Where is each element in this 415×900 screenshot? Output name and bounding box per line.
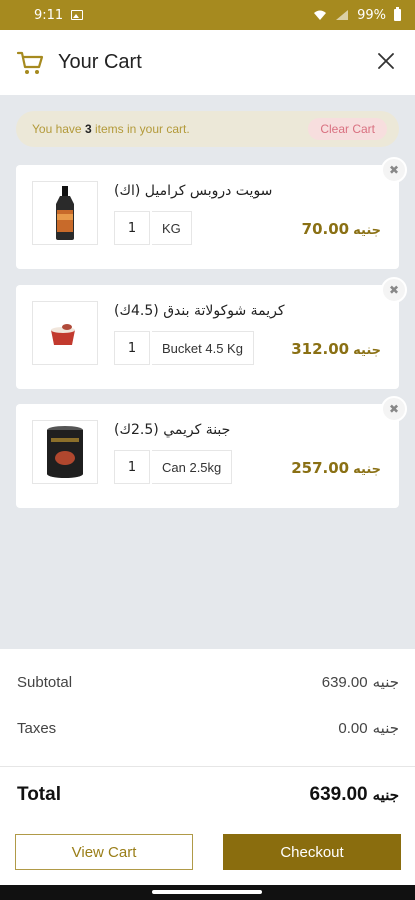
quantity-field[interactable]: 1	[114, 211, 150, 245]
clear-cart-button[interactable]: Clear Cart	[308, 118, 387, 140]
remove-item-button[interactable]: ✖	[381, 396, 407, 422]
cart-info-bar: You have 3 items in your cart. Clear Car…	[16, 111, 399, 147]
unit-label: KG	[152, 211, 192, 245]
cart-count: 3	[84, 122, 92, 136]
product-price: 70.00 جنيه	[301, 220, 381, 238]
battery-icon	[394, 7, 401, 21]
product-price: 312.00 جنيه	[291, 340, 381, 358]
remove-item-button[interactable]: ✖	[381, 157, 407, 183]
subtotal-value: 639.00 جنيه	[321, 674, 399, 691]
status-bar: 9:11 99%	[0, 0, 415, 30]
quantity-field[interactable]: 1	[114, 450, 150, 484]
close-icon[interactable]	[373, 48, 399, 74]
checkout-button[interactable]: Checkout	[223, 834, 401, 870]
close-icon: ✖	[388, 163, 400, 177]
total-value: 639.00 جنيه	[309, 784, 400, 805]
quantity-field[interactable]: 1	[114, 331, 150, 365]
wifi-icon	[314, 10, 327, 20]
unit-label: Can 2.5kg	[152, 450, 233, 484]
system-nav-bar	[0, 885, 415, 900]
home-gesture-handle[interactable]	[152, 890, 262, 894]
total-label: Total	[17, 784, 61, 805]
taxes-label: Taxes	[17, 719, 57, 737]
cart-summary: Subtotal 639.00 جنيه Taxes 0.00 جنيه Total…	[0, 649, 415, 885]
status-time: 9:11	[34, 7, 64, 23]
cart-item: جبنة كريمي (2.5ك) 1 Can 2.5kg 257.00 جنيه…	[16, 396, 407, 508]
product-image	[32, 420, 98, 484]
image-icon	[71, 10, 84, 20]
cart-count-text: You have 3 items in your cart.	[32, 122, 190, 136]
taxes-value: 0.00 جنيه	[338, 720, 399, 737]
product-name: كريمة شوكولاتة بندق (4.5ك)	[114, 303, 285, 319]
cart-item: كريمة شوكولاتة بندق (4.5ك) 1 Bucket 4.5 …	[16, 277, 407, 389]
signal-icon	[336, 10, 349, 20]
cart-header: Your Cart	[0, 30, 415, 95]
page-title: Your Cart	[58, 51, 142, 73]
cart-icon	[16, 51, 44, 74]
product-price: 257.00 جنيه	[291, 459, 381, 477]
subtotal-row: Subtotal 639.00 جنيه	[17, 673, 399, 692]
close-icon: ✖	[388, 283, 400, 297]
close-icon: ✖	[388, 402, 400, 416]
taxes-row: Taxes 0.00 جنيه	[17, 719, 399, 738]
product-image	[32, 181, 98, 245]
view-cart-button[interactable]: View Cart	[15, 834, 193, 870]
product-name: جبنة كريمي (2.5ك)	[114, 422, 231, 438]
remove-item-button[interactable]: ✖	[381, 277, 407, 303]
battery-percent: 99%	[357, 7, 386, 23]
divider	[0, 766, 415, 767]
total-row: Total 639.00 جنيه	[17, 784, 399, 806]
product-name: سويت دروبس كراميل (اك)	[114, 183, 273, 199]
subtotal-label: Subtotal	[17, 673, 73, 691]
cart-item: سويت دروبس كراميل (اك) 1 KG 70.00 جنيه ✖	[16, 157, 407, 269]
product-image	[32, 301, 98, 365]
unit-label: Bucket 4.5 Kg	[152, 331, 254, 365]
